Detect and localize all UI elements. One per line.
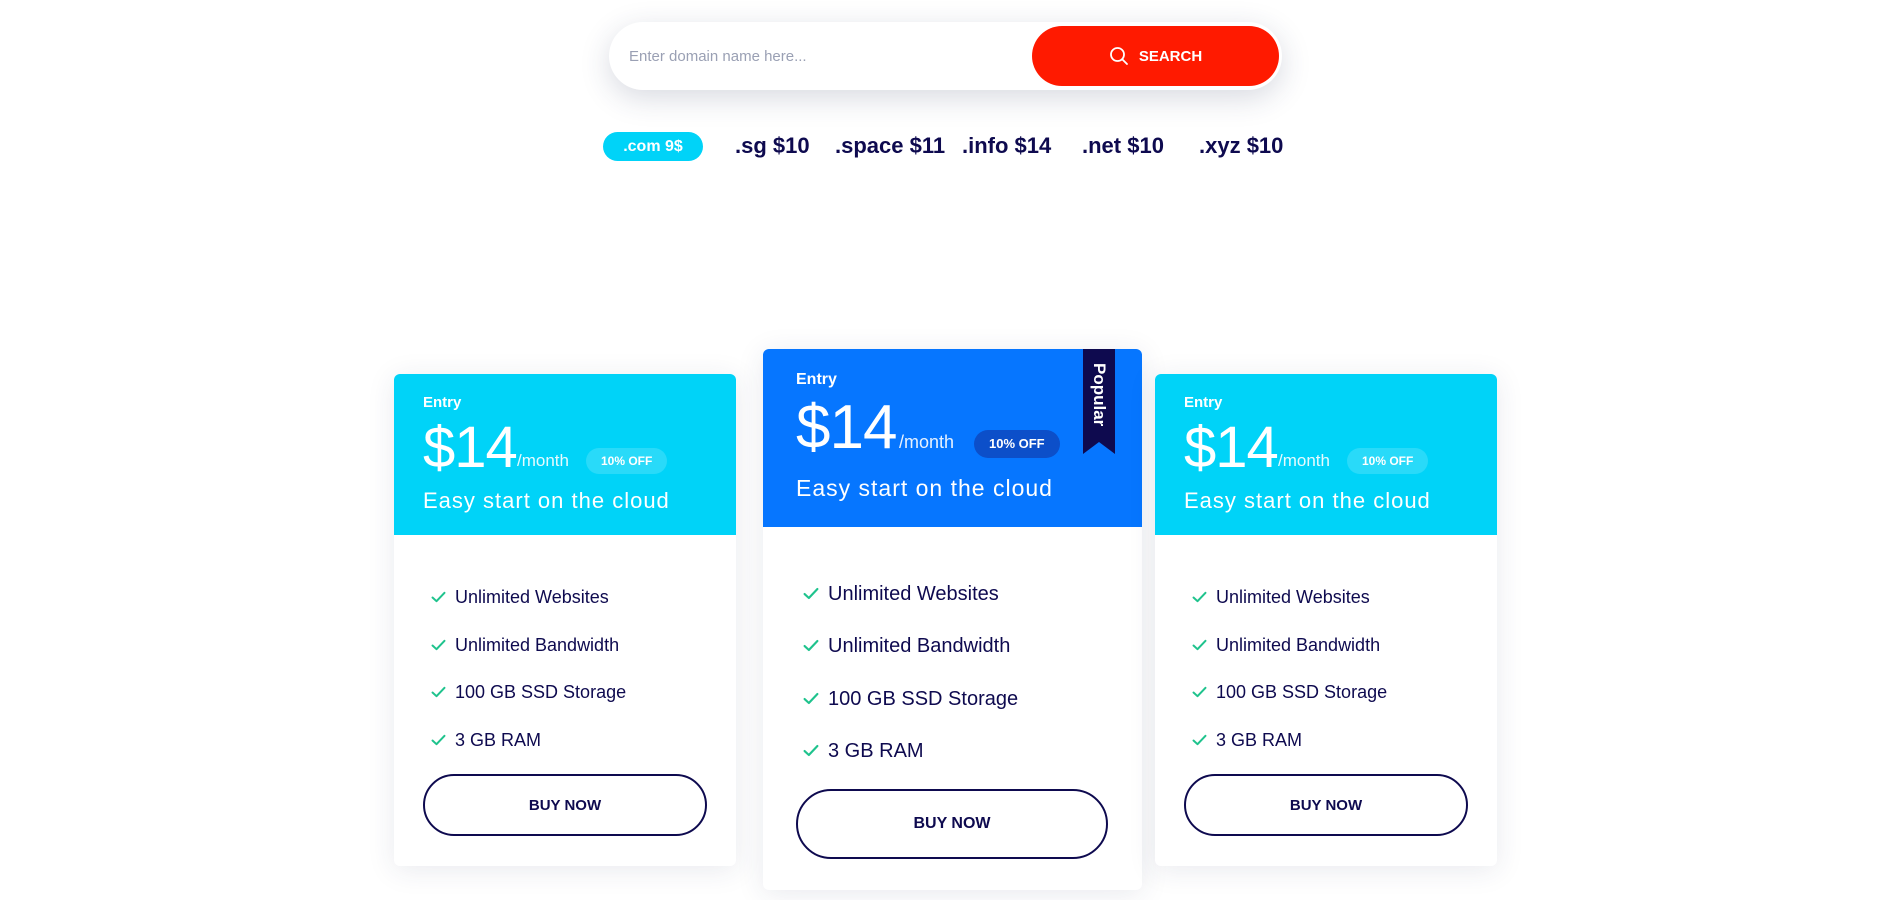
plan-price: $14 bbox=[423, 415, 518, 480]
plan-feature-list: Unlimited Websites Unlimited Bandwidth 1… bbox=[1192, 574, 1387, 764]
plan-card-header: Entry $14 /month 10% OFF Easy start on t… bbox=[394, 374, 736, 535]
tld-item-xyz[interactable]: .xyz $10 bbox=[1199, 131, 1283, 161]
check-icon bbox=[431, 635, 446, 656]
feature-item: Unlimited Websites bbox=[431, 574, 626, 622]
feature-item: Unlimited Websites bbox=[803, 568, 1018, 621]
plan-period: /month bbox=[517, 451, 569, 470]
feature-item: Unlimited Bandwidth bbox=[431, 622, 626, 670]
popular-ribbon: Popular bbox=[1083, 349, 1115, 454]
feature-label: Unlimited Bandwidth bbox=[828, 635, 1011, 658]
tld-item-com[interactable]: .com 9$ bbox=[603, 132, 703, 161]
feature-item: 100 GB SSD Storage bbox=[1192, 669, 1387, 717]
feature-item: Unlimited Websites bbox=[1192, 574, 1387, 622]
buy-now-button[interactable]: BUY NOW bbox=[796, 789, 1108, 859]
tld-item-sg[interactable]: .sg $10 bbox=[735, 131, 810, 161]
check-icon bbox=[1192, 730, 1207, 751]
plan-price: $14 bbox=[796, 393, 897, 462]
search-button-label: SEARCH bbox=[1138, 47, 1203, 65]
feature-label: Unlimited Websites bbox=[1216, 587, 1370, 608]
plan-period: /month bbox=[899, 432, 955, 452]
plan-card-entry-right: Entry $14 /month 10% OFF Easy start on t… bbox=[1155, 374, 1497, 866]
check-icon bbox=[1192, 587, 1207, 608]
search-button[interactable]: SEARCH bbox=[1032, 26, 1279, 86]
feature-item: 100 GB SSD Storage bbox=[803, 673, 1018, 726]
feature-item: Unlimited Bandwidth bbox=[803, 621, 1018, 674]
tld-item-net[interactable]: .net $10 bbox=[1082, 131, 1164, 161]
plan-feature-list: Unlimited Websites Unlimited Bandwidth 1… bbox=[431, 574, 626, 764]
plan-feature-list: Unlimited Websites Unlimited Bandwidth 1… bbox=[803, 568, 1018, 778]
feature-label: 3 GB RAM bbox=[828, 740, 924, 763]
plan-tagline: Easy start on the cloud bbox=[423, 488, 670, 513]
popular-ribbon-label: Popular bbox=[1090, 363, 1109, 427]
tld-item-space[interactable]: .space $11 bbox=[835, 131, 945, 161]
discount-badge: 10% OFF bbox=[586, 448, 668, 474]
plan-card-entry-left: Entry $14 /month 10% OFF Easy start on t… bbox=[394, 374, 736, 866]
plan-tagline: Easy start on the cloud bbox=[1184, 488, 1431, 513]
feature-label: 100 GB SSD Storage bbox=[455, 682, 627, 703]
check-icon bbox=[1192, 635, 1207, 656]
discount-badge: 10% OFF bbox=[1347, 448, 1429, 474]
search-icon bbox=[1109, 46, 1129, 66]
feature-item: 3 GB RAM bbox=[431, 717, 626, 765]
feature-label: Unlimited Websites bbox=[828, 582, 999, 605]
discount-badge: 10% OFF bbox=[974, 430, 1060, 458]
check-icon bbox=[803, 583, 819, 606]
buy-now-button[interactable]: BUY NOW bbox=[423, 774, 707, 836]
domain-search-bar: SEARCH bbox=[609, 22, 1282, 90]
feature-item: 3 GB RAM bbox=[803, 726, 1018, 779]
check-icon bbox=[431, 682, 446, 703]
plan-tier: Entry bbox=[423, 394, 462, 411]
plan-period: /month bbox=[1278, 451, 1330, 470]
feature-item: 3 GB RAM bbox=[1192, 717, 1387, 765]
feature-label: Unlimited Websites bbox=[455, 587, 609, 608]
plan-card-header: Entry $14 /month 10% OFF Easy start on t… bbox=[763, 349, 1142, 527]
plan-price: $14 bbox=[1184, 415, 1279, 480]
feature-label: 100 GB SSD Storage bbox=[1216, 682, 1388, 703]
feature-label: Unlimited Bandwidth bbox=[1216, 634, 1381, 655]
feature-label: 3 GB RAM bbox=[455, 729, 542, 750]
check-icon bbox=[803, 688, 819, 711]
feature-label: 3 GB RAM bbox=[1216, 729, 1303, 750]
check-icon bbox=[803, 740, 819, 763]
feature-item: Unlimited Bandwidth bbox=[1192, 622, 1387, 670]
plan-card-header: Entry $14 /month 10% OFF Easy start on t… bbox=[1155, 374, 1497, 535]
plan-tier: Entry bbox=[796, 371, 837, 388]
check-icon bbox=[431, 587, 446, 608]
feature-item: 100 GB SSD Storage bbox=[431, 669, 626, 717]
plan-tier: Entry bbox=[1184, 394, 1223, 411]
feature-label: Unlimited Bandwidth bbox=[455, 634, 620, 655]
check-icon bbox=[431, 730, 446, 751]
domain-search-input[interactable] bbox=[629, 34, 1019, 78]
tld-item-info[interactable]: .info $14 bbox=[962, 131, 1051, 161]
check-icon bbox=[803, 635, 819, 658]
buy-now-button[interactable]: BUY NOW bbox=[1184, 774, 1468, 836]
plan-card-entry-popular: Entry $14 /month 10% OFF Easy start on t… bbox=[763, 349, 1142, 890]
plan-tagline: Easy start on the cloud bbox=[796, 475, 1053, 501]
check-icon bbox=[1192, 682, 1207, 703]
feature-label: 100 GB SSD Storage bbox=[828, 687, 1019, 710]
